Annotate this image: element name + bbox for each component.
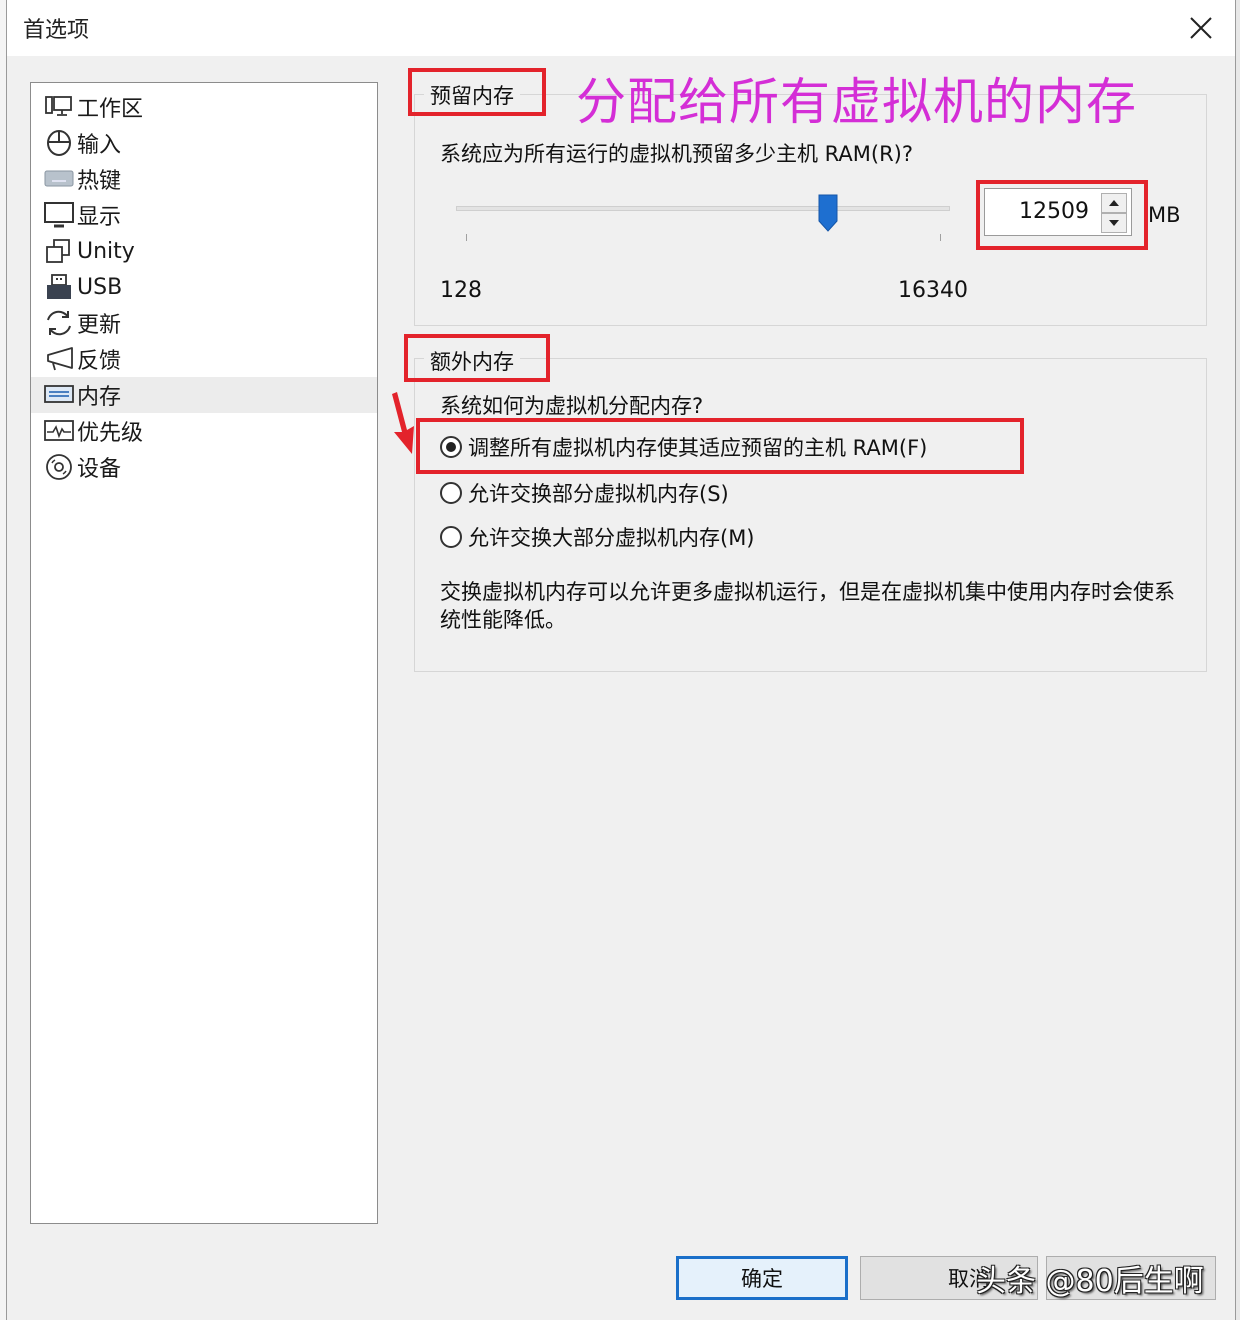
- window-title: 首选项: [23, 18, 90, 43]
- sidebar-item-unity[interactable]: Unity: [31, 233, 377, 269]
- sidebar-item-label: 设备: [77, 457, 122, 482]
- arrow-up-icon: [1109, 200, 1119, 206]
- arrow-down-icon: [1109, 220, 1119, 226]
- memory-icon: [43, 380, 75, 410]
- close-button[interactable]: [1181, 8, 1221, 48]
- cancel-button[interactable]: 取消: [860, 1256, 1038, 1300]
- radio-swap-some-memory[interactable]: 允许交换部分虚拟机内存(S): [440, 478, 729, 508]
- reserved-memory-slider[interactable]: [456, 206, 950, 211]
- reserved-memory-spinbox: [984, 188, 1132, 236]
- sidebar-item-label: 工作区: [77, 97, 144, 122]
- background-window-edge: [0, 0, 7, 1320]
- usb-icon: [43, 272, 75, 302]
- title-bar: 首选项: [7, 0, 1235, 56]
- slider-tick-max: [940, 234, 941, 241]
- radio-fit-reserved-ram[interactable]: 调整所有虚拟机内存使其适应预留的主机 RAM(F): [440, 432, 927, 462]
- sidebar-item-display[interactable]: 显示: [31, 197, 377, 233]
- reserved-memory-group-title: 预留内存: [424, 80, 520, 110]
- radio-button-unchecked[interactable]: [440, 526, 462, 548]
- monitor-icon: [43, 200, 75, 230]
- spin-down-button[interactable]: [1101, 213, 1127, 233]
- sidebar-item-label: 更新: [77, 313, 122, 338]
- slider-tick-min: [466, 234, 467, 241]
- sidebar-item-label: Unity: [77, 238, 135, 264]
- sidebar-item-memory[interactable]: 内存: [31, 377, 377, 413]
- additional-memory-group-title: 额外内存: [424, 346, 520, 376]
- sidebar-item-feedback[interactable]: 反馈: [31, 341, 377, 377]
- annotation-callout-text: 分配给所有虚拟机的内存: [576, 73, 1137, 131]
- sidebar-item-usb[interactable]: USB: [31, 269, 377, 305]
- mouse-icon: [43, 128, 75, 158]
- preferences-category-list: 工作区 输入 热键 显示 Unity USB 更新 反馈 内存 优先级 设备: [30, 82, 378, 1224]
- annotation-arrow-icon: [392, 392, 414, 454]
- workspace-icon: [43, 92, 75, 122]
- disc-icon: [43, 452, 75, 482]
- unit-label: MB: [1148, 203, 1181, 227]
- additional-memory-question: 系统如何为虚拟机分配内存?: [440, 394, 704, 418]
- slider-min-label: 128: [440, 278, 482, 303]
- reserved-memory-question: 系统应为所有运行的虚拟机预留多少主机 RAM(R)?: [440, 142, 914, 166]
- radio-button-checked[interactable]: [440, 436, 462, 458]
- sidebar-item-updates[interactable]: 更新: [31, 305, 377, 341]
- sidebar-item-label: 反馈: [77, 349, 122, 374]
- reserved-memory-input[interactable]: [985, 189, 1095, 235]
- sidebar-item-workspace[interactable]: 工作区: [31, 89, 377, 125]
- sidebar-item-label: 输入: [77, 133, 122, 158]
- spin-up-button[interactable]: [1101, 193, 1127, 213]
- swap-description: 交换虚拟机内存可以允许更多虚拟机运行，但是在虚拟机集中使用内存时会使系统性能降低…: [440, 580, 1175, 632]
- sidebar-item-label: 显示: [77, 205, 122, 230]
- cancel-button-label: 取消: [948, 1267, 990, 1291]
- sidebar-item-hotkeys[interactable]: 热键: [31, 161, 377, 197]
- radio-label: 调整所有虚拟机内存使其适应预留的主机 RAM(F): [468, 436, 928, 460]
- radio-label: 允许交换部分虚拟机内存(S): [468, 482, 729, 506]
- close-icon: [1190, 17, 1212, 39]
- keyboard-icon: [43, 164, 75, 194]
- sidebar-item-priority[interactable]: 优先级: [31, 413, 377, 449]
- radio-swap-most-memory[interactable]: 允许交换大部分虚拟机内存(M): [440, 522, 755, 552]
- refresh-icon: [43, 308, 75, 338]
- ok-button[interactable]: 确定: [676, 1256, 848, 1300]
- slider-thumb[interactable]: [817, 193, 839, 233]
- sidebar-item-label: 优先级: [77, 421, 144, 446]
- sidebar-item-label: 热键: [77, 169, 122, 194]
- sidebar-item-input[interactable]: 输入: [31, 125, 377, 161]
- radio-label: 允许交换大部分虚拟机内存(M): [468, 526, 755, 550]
- window-right-border: [1235, 0, 1240, 1320]
- megaphone-icon: [43, 344, 75, 374]
- radio-button-unchecked[interactable]: [440, 482, 462, 504]
- slider-max-label: 16340: [898, 278, 968, 303]
- unity-windows-icon: [43, 236, 75, 266]
- priority-chart-icon: [43, 416, 75, 446]
- help-button[interactable]: [1046, 1256, 1216, 1300]
- sidebar-item-label: USB: [77, 274, 123, 300]
- sidebar-item-devices[interactable]: 设备: [31, 449, 377, 485]
- sidebar-item-label: 内存: [77, 385, 122, 410]
